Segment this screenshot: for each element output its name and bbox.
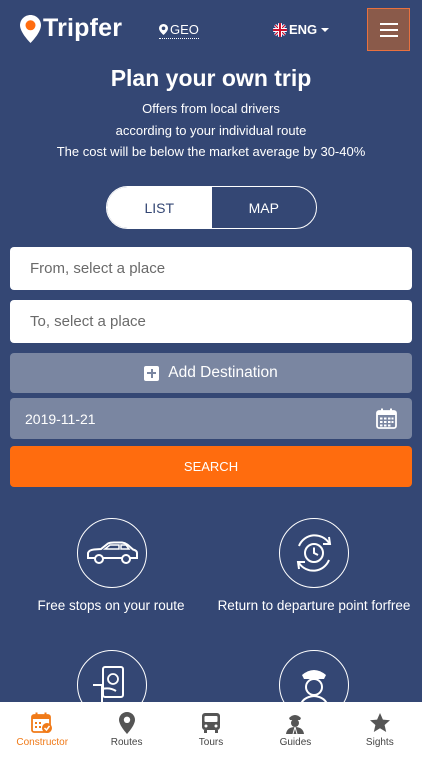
logo[interactable]: Tripfer: [20, 14, 122, 43]
map-toggle-button[interactable]: MAP: [212, 187, 317, 228]
nav-item-routes[interactable]: Routes: [84, 702, 168, 758]
feature-label: Return to departure point forfree: [217, 598, 411, 613]
nav-label: Tours: [198, 737, 224, 748]
logo-text: Tripfer: [43, 14, 123, 42]
return-clock-icon: [279, 518, 349, 588]
date-value: 2019-11-21: [25, 410, 96, 427]
bottom-navigation: Constructor Routes Tours Guides Sights: [0, 702, 422, 758]
view-toggle: LIST MAP: [106, 186, 317, 229]
language-selector[interactable]: ENG: [273, 22, 330, 37]
car-icon: [77, 518, 147, 588]
nav-label: Constructor: [16, 737, 69, 748]
page-title: Plan your own trip: [110, 65, 312, 91]
language-label: ENG: [289, 22, 318, 37]
nav-label: Guides: [279, 737, 312, 748]
chevron-down-icon: [321, 27, 330, 32]
geo-label: GEO: [170, 22, 199, 37]
add-destination-button[interactable]: Add Destination: [10, 353, 412, 393]
date-field[interactable]: 2019-11-21: [10, 398, 412, 439]
calendar-icon: [31, 712, 53, 733]
nav-label: Sights: [365, 737, 394, 748]
list-toggle-button[interactable]: LIST: [107, 187, 212, 228]
hamburger-icon-line: [379, 28, 398, 31]
subtitle-line: Offers from local drivers: [142, 101, 280, 116]
location-pin-icon: [159, 24, 168, 35]
plus-icon: [144, 365, 160, 381]
subtitle-line: according to your individual route: [115, 122, 307, 138]
bus-icon: [202, 713, 221, 733]
add-destination-label: Add Destination: [168, 364, 278, 381]
search-button[interactable]: SEARCH: [10, 446, 412, 487]
star-icon: [369, 713, 390, 732]
nav-item-sights[interactable]: Sights: [338, 702, 422, 758]
geo-selector[interactable]: GEO: [159, 22, 199, 39]
calendar-icon[interactable]: [376, 408, 397, 429]
nav-item-constructor[interactable]: Constructor: [0, 702, 84, 758]
guide-icon: [286, 715, 305, 734]
menu-button[interactable]: [367, 8, 410, 51]
nav-item-guides[interactable]: Guides: [253, 702, 337, 758]
header: Tripfer GEO ENG: [0, 0, 422, 60]
feature-label: Free stops on your route: [37, 598, 185, 613]
to-input[interactable]: To, select a place: [10, 300, 412, 343]
map-pin-icon: [118, 712, 135, 734]
logo-pin-icon: [20, 14, 41, 43]
uk-flag-icon: [273, 22, 287, 37]
hamburger-icon-line: [379, 22, 398, 25]
nav-item-tours[interactable]: Tours: [169, 702, 253, 758]
nav-label: Routes: [110, 737, 143, 748]
subtitle-line: The cost will be below the market averag…: [56, 144, 366, 159]
hamburger-icon-line: [379, 34, 398, 37]
from-input[interactable]: From, select a place: [10, 247, 412, 290]
hero-subtitle: Offers from local drivers according to y…: [0, 98, 422, 163]
